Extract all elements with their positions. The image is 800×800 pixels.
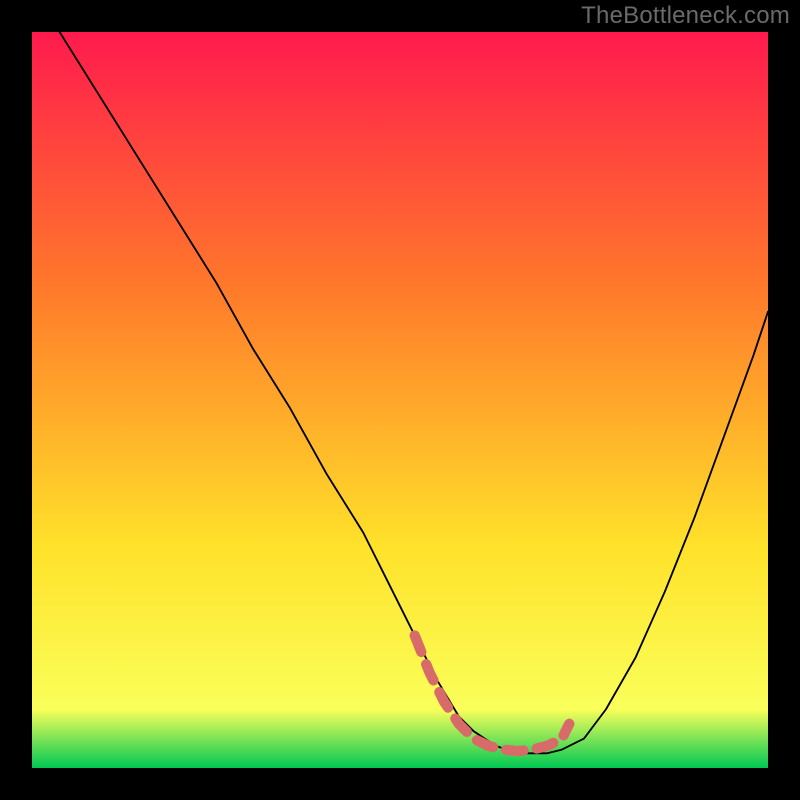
optimal-range-marker [415, 636, 570, 752]
watermark-text: TheBottleneck.com [581, 2, 790, 30]
plot-area [32, 32, 768, 768]
chart-frame: TheBottleneck.com [0, 0, 800, 800]
annotation-layer [32, 32, 768, 768]
